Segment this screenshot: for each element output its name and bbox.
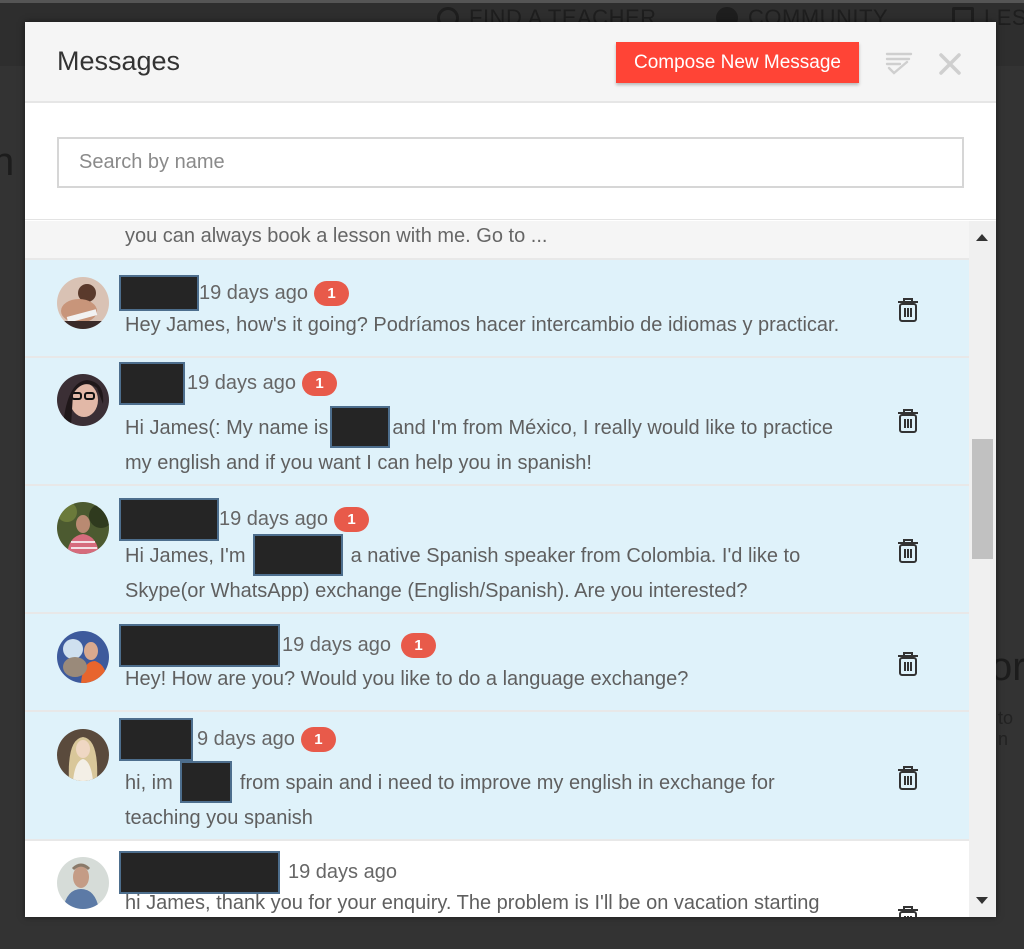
background-text-fragment: to n [998,708,1014,749]
unread-count-badge: 1 [300,727,336,752]
message-preview: Hi James(: My name is and I'm from México… [125,406,885,479]
trash-icon[interactable] [897,408,919,434]
redacted-name [330,406,391,448]
unread-count-badge: 1 [400,633,436,658]
message-header: 19 days ago 1 [119,362,337,405]
unread-count-badge: 1 [313,280,349,306]
message-header: 19 days ago 1 [119,275,349,311]
avatar [57,277,109,329]
close-icon[interactable] [938,52,962,76]
message-time: 19 days ago [219,508,328,530]
redacted-sender-name [119,362,185,405]
compose-new-message-button[interactable]: Compose New Message [616,42,859,83]
message-row-partial[interactable]: you can always book a lesson with me. Go… [25,221,969,260]
avatar [57,631,109,683]
scroll-up-arrow-icon[interactable] [976,234,988,241]
message-preview: hi, im from spain and i need to improve … [125,761,885,834]
messages-modal: Messages Compose New Message you can alw… [25,22,996,917]
avatar [57,502,109,554]
modal-header: Messages Compose New Message [25,22,996,103]
redacted-sender-name [119,718,193,761]
trash-icon[interactable] [897,651,919,677]
message-text: a native Spanish speaker from Colombia. … [350,545,801,567]
message-time: 19 days ago [282,634,391,656]
avatar [57,857,109,909]
trash-icon[interactable] [897,905,919,917]
redacted-sender-name [119,624,280,667]
message-row[interactable]: 19 days ago hi James, thank you for your… [25,841,969,917]
message-text: hi, im [125,772,173,794]
message-preview: you can always book a lesson with me. Go… [125,225,548,247]
search-area [25,105,996,220]
redacted-sender-name [119,275,199,311]
scrollbar-thumb[interactable] [972,439,993,559]
message-text: Skype(or WhatsApp) exchange (English/Spa… [125,580,748,602]
unread-count-badge: 1 [301,371,337,396]
message-time: 19 days ago [199,281,308,304]
message-row[interactable]: 19 days ago 1 Hi James(: My name is and I… [25,358,969,486]
message-row[interactable]: 19 days ago 1 Hey! How are you? Would yo… [25,614,969,712]
redacted-name [180,761,233,803]
trash-icon[interactable] [897,538,919,564]
message-time: 19 days ago [288,861,397,883]
message-row[interactable]: 9 days ago 1 hi, im from spain and i nee… [25,712,969,841]
message-preview: Hi James, I'm a native Spanish speaker f… [125,534,885,607]
message-preview: Hey! How are you? Would you like to do a… [125,668,689,690]
message-list-scrollbar[interactable] [969,221,996,917]
message-preview: Hey James, how's it going? Podríamos hac… [125,314,840,336]
trash-icon[interactable] [897,297,919,323]
modal-title: Messages [57,46,181,76]
message-text: Hi James(: My name is [125,417,329,439]
message-header: 19 days ago 1 [119,624,436,667]
background-text-fragment: n [0,140,15,184]
message-time: 19 days ago [187,372,296,394]
search-by-name-input[interactable] [57,137,964,188]
redacted-name [253,534,344,576]
message-header: 9 days ago 1 [119,718,336,761]
message-text: from spain and i need to improve my engl… [239,772,775,794]
message-text: Hi James, I'm [125,545,246,567]
avatar [57,374,109,426]
scroll-down-arrow-icon[interactable] [976,897,988,904]
message-time: 9 days ago [197,728,295,750]
message-row[interactable]: 19 days ago 1 Hi James, I'm a native Spa… [25,486,969,614]
trash-icon[interactable] [897,765,919,791]
message-text: teaching you spanish [125,807,313,829]
message-text: my english and if you want I can help yo… [125,452,592,474]
message-list: you can always book a lesson with me. Go… [25,221,969,917]
avatar [57,729,109,781]
message-text: and I'm from México, I really would like… [392,417,834,439]
mark-all-read-icon[interactable] [885,50,913,76]
message-preview: hi James, thank you for your enquiry. Th… [125,892,820,914]
unread-count-badge: 1 [333,507,369,532]
message-row[interactable]: 19 days ago 1 Hey James, how's it going?… [25,260,969,358]
